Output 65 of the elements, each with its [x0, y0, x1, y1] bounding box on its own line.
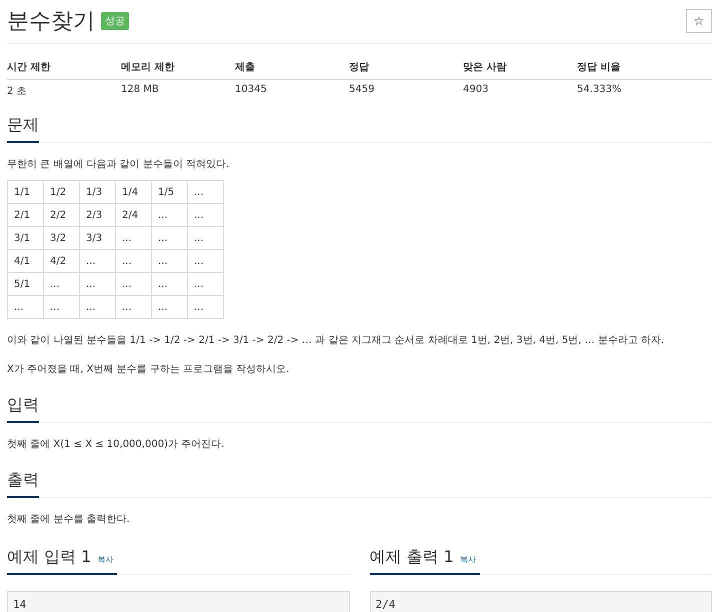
sample-text: 14: [12, 597, 28, 611]
table-cell: 3/3: [80, 226, 116, 250]
table-cell: ...: [152, 296, 188, 318]
paragraph: 무한히 큰 배열에 다음과 같이 분수들이 적혀있다.: [7, 158, 230, 172]
table-cell: ...: [188, 204, 224, 226]
table-cell: 1/5: [152, 180, 188, 204]
table-cell: ...: [80, 272, 116, 296]
section-heading: 문제: [7, 111, 39, 143]
table-cell-text: 128 MB: [121, 84, 160, 97]
table-cell: 2/4: [116, 204, 152, 226]
column-header: 시간 제한: [7, 61, 52, 74]
section-heading: 출력: [7, 466, 39, 498]
table-cell: 1/3: [80, 180, 116, 204]
example-heading: 예제 출력 1: [370, 547, 454, 568]
table-cell: ...: [116, 226, 152, 250]
status-badge: 성공: [101, 12, 129, 30]
table-cell: ...: [44, 296, 80, 318]
column-header: 맞은 사람: [463, 61, 508, 74]
table-cell: 5/1: [8, 272, 44, 296]
table-cell: ...: [116, 296, 152, 318]
table-cell: ...: [152, 250, 188, 272]
sample-text: 2/4: [374, 597, 396, 611]
paragraph: 이와 같이 나열된 분수들을 1/1 -> 1/2 -> 2/1 -> 3/1 -> 2/2 -> … 과 같은 지그재그 순서로 차례대로 1번, 2번, 3번, 4번, 5번, … 분수라고 하자.: [7, 334, 666, 348]
table-cell: 3/2: [44, 226, 80, 250]
paragraph: 첫째 줄에 X(1 ≤ X ≤ 10,000,000)가 주어진다.: [7, 438, 226, 452]
table-cell-text: 54.333%: [577, 84, 622, 97]
table-cell-text: 5459: [349, 84, 376, 97]
table-cell: ...: [188, 180, 224, 204]
table-cell: ...: [188, 272, 224, 296]
table-cell: ...: [44, 272, 80, 296]
table-cell: ...: [152, 272, 188, 296]
copy-link[interactable]: 복사: [460, 554, 476, 565]
table-cell: ...: [80, 250, 116, 272]
column-header: 정답 비율: [577, 61, 622, 74]
table-cell: ...: [152, 226, 188, 250]
table-cell: ...: [152, 204, 188, 226]
column-header: 메모리 제한: [121, 61, 176, 74]
table-cell: ...: [80, 296, 116, 318]
table-cell: 1/1: [8, 180, 44, 204]
column-header: 제출: [235, 61, 256, 74]
example-heading: 예제 입력 1: [7, 547, 92, 568]
table-cell: ...: [116, 250, 152, 272]
table-cell: ...: [188, 226, 224, 250]
table-cell-text: 4903: [463, 84, 490, 97]
table-cell: ...: [188, 296, 224, 318]
table-cell: ...: [188, 250, 224, 272]
paragraph: 첫째 줄에 분수를 출력한다.: [7, 513, 131, 527]
star-button[interactable]: ☆: [686, 9, 712, 33]
table-cell-text: 10345: [235, 84, 268, 97]
table-cell: 3/1: [8, 226, 44, 250]
copy-link[interactable]: 복사: [97, 554, 114, 565]
problem-title: 분수찾기: [7, 8, 95, 36]
table-cell: 4/1: [8, 250, 44, 272]
table-cell: ...: [8, 296, 44, 318]
table-cell: 1/4: [116, 180, 152, 204]
table-cell: 2/1: [8, 204, 44, 226]
table-cell: 1/2: [44, 180, 80, 204]
section-heading: 입력: [7, 391, 39, 423]
table-cell-text: 2 초: [7, 85, 28, 98]
paragraph: X가 주어졌을 때, X번째 분수를 구하는 프로그램을 작성하시오.: [7, 363, 290, 377]
column-header: 정답: [349, 61, 370, 74]
table-cell: 2/2: [44, 204, 80, 226]
table-cell: 2/3: [80, 204, 116, 226]
table-cell: ...: [116, 272, 152, 296]
table-cell: 4/2: [44, 250, 80, 272]
